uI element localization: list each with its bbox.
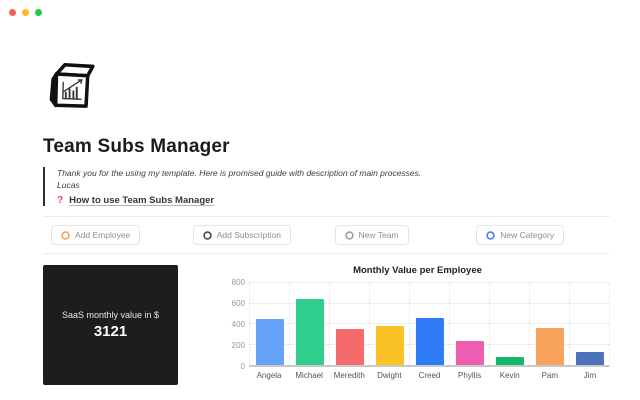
stat-card-value: 3121 — [94, 323, 127, 340]
x-axis: AngelaMichaelMeredithDwightCreedPhyllisK… — [249, 371, 610, 380]
y-axis-label: 0 — [241, 363, 245, 371]
button-label: Add Employee — [75, 230, 130, 240]
bar-group — [329, 283, 369, 365]
bar-group — [529, 283, 569, 365]
x-axis-label: Angela — [249, 371, 289, 380]
bar-group — [489, 283, 529, 365]
cube-chart-icon[interactable] — [43, 58, 97, 112]
question-mark-icon: ? — [57, 195, 63, 206]
page-title: Team Subs Manager — [43, 136, 610, 158]
new-category-button[interactable]: New Category — [476, 225, 564, 245]
add-employee-button[interactable]: Add Employee — [51, 225, 140, 245]
window-controls — [9, 9, 42, 16]
saas-monthly-value-card[interactable]: SaaS monthly value in $ 3121 — [43, 265, 178, 385]
chart-plot — [249, 283, 610, 367]
bar-jim[interactable] — [575, 352, 603, 365]
bar-pam[interactable] — [535, 328, 563, 365]
bar-angela[interactable] — [255, 319, 283, 365]
add-subscription-button[interactable]: Add Subscription — [193, 225, 291, 245]
x-axis-label: Phyllis — [450, 371, 490, 380]
circle-plus-icon — [486, 231, 495, 240]
x-axis-label: Dwight — [369, 371, 409, 380]
y-axis-label: 800 — [232, 279, 245, 287]
bar-group — [289, 283, 329, 365]
button-label: Add Subscription — [217, 230, 281, 240]
y-axis: 0200400600800 — [225, 283, 249, 367]
x-axis-label: Kevin — [490, 371, 530, 380]
bar-group — [249, 283, 289, 365]
close-button[interactable] — [9, 9, 16, 16]
quote-signature: Lucas — [57, 179, 610, 191]
x-axis-label: Michael — [289, 371, 329, 380]
x-axis-label: Meredith — [329, 371, 369, 380]
y-axis-label: 400 — [232, 321, 245, 329]
guide-page-link[interactable]: ? How to use Team Subs Manager — [57, 195, 610, 206]
dashboard-row: SaaS monthly value in $ 3121 Monthly Val… — [43, 265, 610, 385]
new-team-button[interactable]: New Team — [335, 225, 409, 245]
monthly-value-chart: Monthly Value per Employee 0 200 400 600 800… — [225, 265, 610, 385]
bar-creed[interactable] — [415, 318, 443, 365]
minimize-button[interactable] — [22, 9, 29, 16]
x-axis-label: Jim — [570, 371, 610, 380]
bar-group — [449, 283, 489, 365]
chart-title: Monthly Value per Employee — [225, 265, 610, 276]
button-label: New Team — [359, 230, 399, 240]
x-axis-label: Creed — [409, 371, 449, 380]
stat-card-label: SaaS monthly value in $ — [62, 310, 159, 320]
actions-toolbar: Add Employee Add Subscription New Team — [43, 216, 610, 254]
quote-block: Thank you for the using my template. Her… — [43, 167, 610, 206]
bar-kevin[interactable] — [495, 357, 523, 365]
y-axis-label: 600 — [232, 300, 245, 308]
bar-dwight[interactable] — [375, 326, 403, 365]
bar-group — [569, 283, 609, 365]
page-content: Team Subs Manager Thank you for the usin… — [0, 0, 640, 385]
bar-group — [369, 283, 409, 365]
circle-plus-icon — [61, 231, 70, 240]
circle-plus-icon — [203, 231, 212, 240]
y-axis-label: 200 — [232, 342, 245, 350]
x-axis-label: Pam — [530, 371, 570, 380]
bar-group — [409, 283, 449, 365]
bar-michael[interactable] — [295, 299, 323, 365]
zoom-button[interactable] — [35, 9, 42, 16]
button-label: New Category — [500, 230, 554, 240]
circle-plus-icon — [345, 231, 354, 240]
quote-text: Thank you for the using my template. Her… — [57, 167, 610, 179]
bar-meredith[interactable] — [335, 329, 363, 365]
bar-phyllis[interactable] — [455, 341, 483, 365]
guide-link-label: How to use Team Subs Manager — [69, 195, 214, 206]
